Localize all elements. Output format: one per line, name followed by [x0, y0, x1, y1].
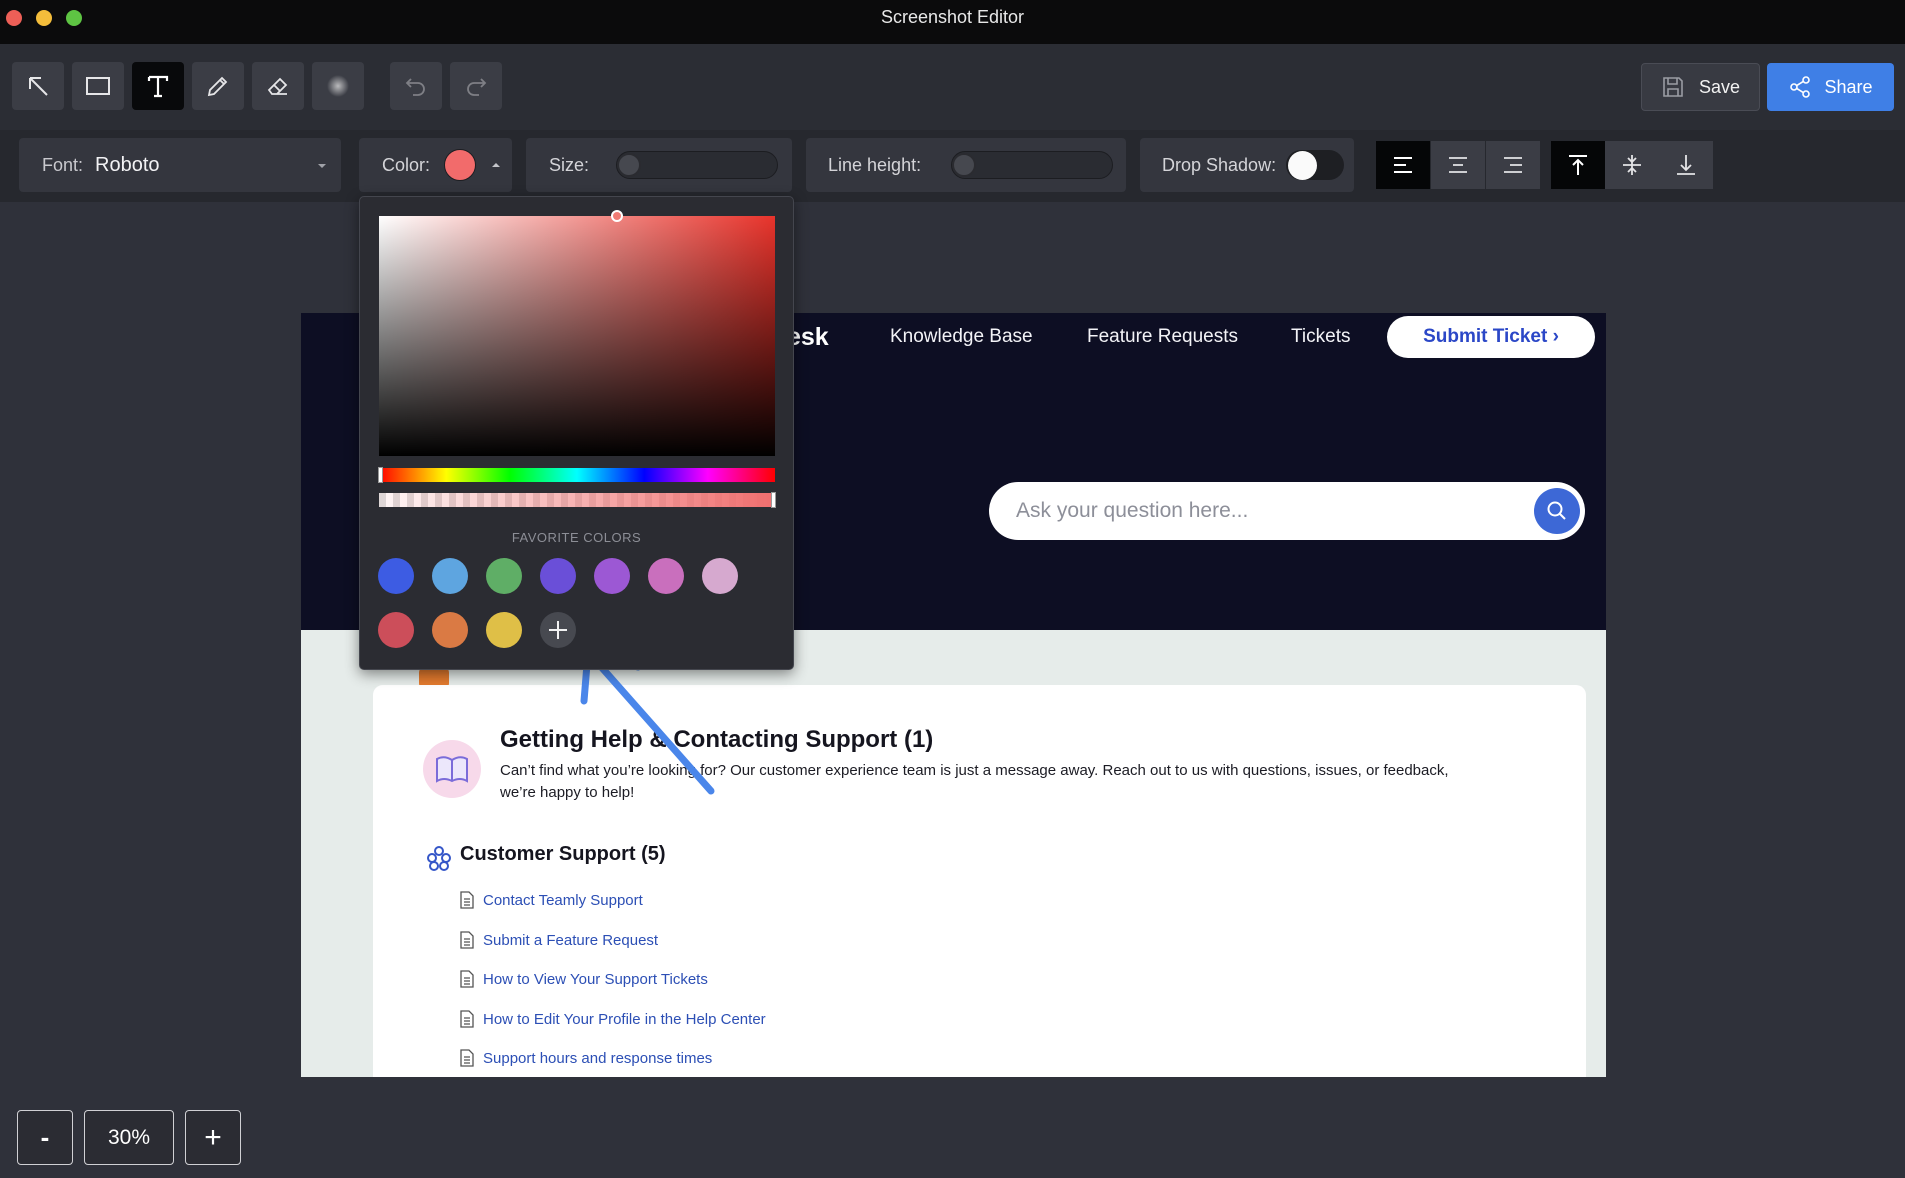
align-center-button[interactable] [1431, 141, 1485, 189]
toggle-knob [1288, 151, 1317, 180]
color-control[interactable]: Color: [359, 138, 512, 192]
favorite-color-swatch[interactable] [432, 558, 468, 594]
share-label: Share [1824, 76, 1873, 97]
favorite-colors-title: FAVORITE COLORS [511, 530, 642, 545]
color-swatch[interactable] [444, 149, 476, 181]
title-bar: Screenshot Editor [0, 0, 1905, 44]
valign-bottom-button[interactable] [1659, 141, 1713, 189]
eraser-tool-button[interactable] [252, 62, 304, 110]
rectangle-tool-button[interactable] [72, 62, 124, 110]
eraser-icon [267, 77, 288, 95]
color-picker-popup: FAVORITE COLORS [359, 196, 794, 670]
arrow-tool-button[interactable] [12, 62, 64, 110]
zoom-in-button[interactable]: + [185, 1110, 241, 1165]
align-middle-icon [1623, 155, 1641, 175]
align-right-button[interactable] [1486, 141, 1540, 189]
window-title: Screenshot Editor [880, 7, 1025, 27]
text-icon [147, 75, 169, 98]
rectangle-icon [86, 77, 110, 95]
blur-icon [327, 75, 349, 97]
size-label: Size: [549, 154, 590, 175]
zoom-level: 30% [84, 1110, 174, 1165]
drop-shadow-toggle[interactable] [1286, 150, 1344, 180]
line-height-label: Line height: [828, 154, 922, 175]
caret-down-icon [318, 164, 326, 168]
arrow-icon [29, 77, 48, 96]
font-label: Font: [42, 154, 84, 175]
undo-button[interactable] [390, 62, 442, 110]
drop-shadow-label: Drop Shadow: [1162, 154, 1277, 175]
hue-slider[interactable] [378, 467, 775, 483]
redo-button[interactable] [450, 62, 502, 110]
favorite-color-swatch[interactable] [594, 558, 630, 594]
save-label: Save [1698, 76, 1741, 97]
pen-icon [207, 76, 228, 97]
blur-tool-button[interactable] [312, 62, 364, 110]
hue-slider-handle[interactable] [378, 467, 383, 483]
favorite-color-swatch[interactable] [378, 612, 414, 648]
font-select[interactable]: Font: Roboto [19, 138, 341, 192]
size-control: Size: [526, 138, 792, 192]
color-label: Color: [382, 154, 431, 175]
undo-icon [405, 78, 425, 96]
pen-tool-button[interactable] [192, 62, 244, 110]
valign-top-button[interactable] [1551, 141, 1605, 189]
align-center-icon [1449, 157, 1467, 173]
share-button[interactable]: Share [1767, 63, 1894, 111]
color-area-handle[interactable] [611, 210, 623, 222]
align-left-button[interactable] [1376, 141, 1430, 189]
opacity-slider-handle[interactable] [771, 492, 776, 508]
drop-shadow-control: Drop Shadow: [1140, 138, 1354, 192]
align-bottom-icon [1677, 155, 1695, 175]
line-height-slider-knob[interactable] [952, 153, 976, 177]
floppy-disk-icon [1663, 77, 1683, 97]
favorite-color-swatch[interactable] [378, 558, 414, 594]
size-slider-knob[interactable] [617, 153, 641, 177]
valign-middle-button[interactable] [1605, 141, 1659, 189]
caret-up-icon [492, 163, 500, 167]
align-right-icon [1504, 157, 1522, 173]
zoom-out-button[interactable]: - [17, 1110, 73, 1165]
font-value: Roboto [95, 153, 160, 176]
align-top-icon [1569, 155, 1587, 175]
saturation-value-area[interactable] [379, 210, 775, 456]
opacity-slider[interactable] [379, 492, 776, 508]
save-button[interactable]: Save [1641, 63, 1760, 111]
favorite-color-swatch[interactable] [540, 558, 576, 594]
favorite-color-swatch[interactable] [486, 558, 522, 594]
favorite-color-swatch[interactable] [702, 558, 738, 594]
favorite-color-swatch[interactable] [648, 558, 684, 594]
text-tool-button[interactable] [132, 62, 184, 110]
share-icon [1790, 76, 1811, 98]
align-left-icon [1394, 157, 1412, 173]
favorite-color-swatch[interactable] [432, 612, 468, 648]
line-height-control: Line height: [806, 138, 1126, 192]
favorite-color-swatch[interactable] [486, 612, 522, 648]
plus-icon [549, 621, 567, 639]
add-favorite-color-button[interactable] [540, 612, 576, 648]
redo-icon [467, 78, 487, 96]
